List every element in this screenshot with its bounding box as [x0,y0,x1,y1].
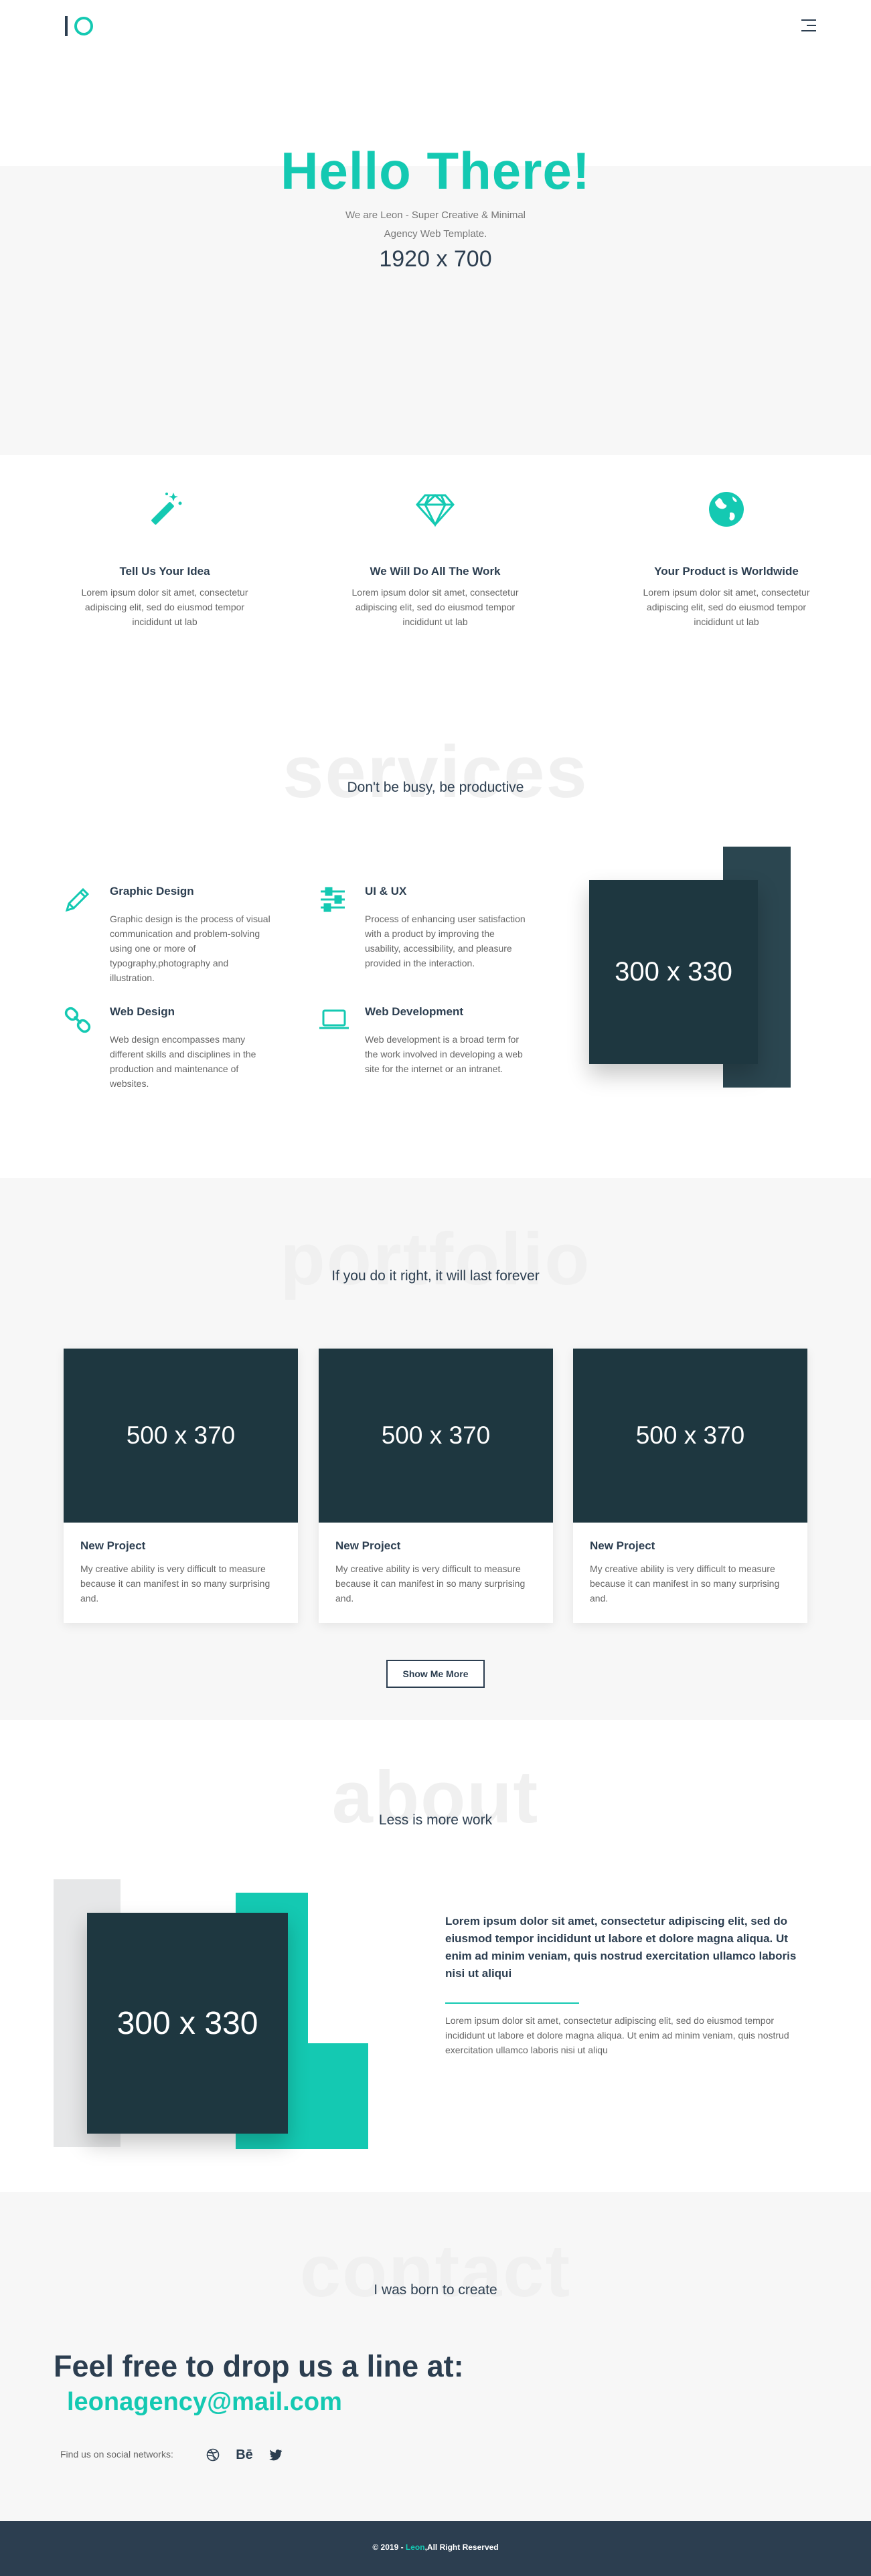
project-title: New Project [590,1539,655,1552]
portfolio-card[interactable]: 500 x 370 New Project My creative abilit… [319,1349,553,1623]
service-text: Web development is a broad term for the … [365,1034,523,1074]
service-graphic-design: Graphic Design Graphic design is the pro… [63,885,277,985]
laptop-icon [318,1005,349,1035]
hero-subtitle-line1: We are Leon - Super Creative & Minimal [345,209,526,221]
project-image-placeholder: 500 x 370 [64,1349,298,1523]
project-text: My creative ability is very difficult to… [590,1563,780,1604]
service-ui-ux: UI & UX Process of enhancing user satisf… [318,885,532,985]
service-title: Graphic Design [110,885,194,897]
logo-ring [74,17,93,35]
twitter-icon[interactable] [268,2447,284,2463]
link-icon [63,1005,92,1035]
project-text: My creative ability is very difficult to… [335,1563,526,1604]
project-title: New Project [335,1539,401,1552]
hero-subtitle: We are Leon - Super Creative & Minimal A… [0,206,871,244]
header [0,0,871,57]
feature-title: Your Product is Worldwide [654,565,799,578]
contact-bg-title: contact [299,2230,572,2312]
feature-text: Lorem ipsum dolor sit amet, consectetur … [81,587,248,627]
sliders-icon [318,885,347,914]
show-more-button[interactable]: Show Me More [386,1660,485,1688]
feature-worldwide: Your Product is Worldwide Lorem ipsum do… [616,489,837,629]
services-image-placeholder: 300 x 330 [589,880,758,1064]
service-web-development: Web Development Web development is a bro… [318,1005,532,1092]
magic-wand-icon [144,489,185,530]
about-text: Lorem ipsum dolor sit amet, consectetur … [445,2015,789,2055]
about-subtitle: Less is more work [378,1812,493,1828]
footer: © 2019 - Leon,All Right Reserved [0,2521,871,2576]
project-image-placeholder: 500 x 370 [319,1349,553,1523]
feature-title: Tell Us Your Idea [119,565,210,578]
feature-text: Lorem ipsum dolor sit amet, consectetur … [351,587,519,627]
project-text: My creative ability is very difficult to… [80,1563,270,1604]
services-bg-title: services [283,731,588,813]
portfolio-bg-title: portfolio [280,1218,591,1300]
portfolio-subtitle: If you do it right, it will last forever [331,1268,540,1284]
about-divider [445,2002,579,2004]
logo-bar [65,16,68,36]
feature-idea: Tell Us Your Idea Lorem ipsum dolor sit … [54,489,275,629]
hero-size-label: 1920 x 700 [379,246,492,272]
feature-title: We Will Do All The Work [370,565,501,578]
service-text: Web design encompasses many different sk… [110,1034,256,1089]
portfolio-card[interactable]: 500 x 370 New Project My creative abilit… [64,1349,298,1623]
dribbble-icon[interactable] [205,2447,221,2463]
project-image-placeholder: 500 x 370 [573,1349,807,1523]
hero-subtitle-line2: Agency Web Template. [384,228,487,240]
portfolio-card[interactable]: 500 x 370 New Project My creative abilit… [573,1349,807,1623]
footer-suffix: ,All Right Reserved [424,2543,499,2552]
service-web-design: Web Design Web design encompasses many d… [63,1005,277,1092]
social-label: Find us on social networks: [60,2449,173,2460]
page: Hello There! We are Leon - Super Creativ… [0,0,871,2576]
service-text: Process of enhancing user satisfaction w… [365,914,526,968]
feature-text: Lorem ipsum dolor sit amet, consectetur … [643,587,810,627]
footer-brand-link[interactable]: Leon [406,2543,425,2552]
services-subtitle: Don't be busy, be productive [347,780,524,795]
behance-icon[interactable]: Bē [234,2447,254,2463]
service-text: Graphic design is the process of visual … [110,914,270,983]
service-title: Web Design [110,1005,175,1018]
contact-email-link[interactable]: leonagency@mail.com [67,2388,342,2417]
about-image-placeholder: 300 x 330 [87,1913,288,2134]
footer-prefix: © 2019 - [372,2543,406,2552]
service-title: UI & UX [365,885,407,897]
project-title: New Project [80,1539,146,1552]
footer-copyright: © 2019 - Leon,All Right Reserved [0,2543,871,2552]
hero-title: Hello There! [281,141,590,200]
feature-work: We Will Do All The Work Lorem ipsum dolo… [325,489,546,629]
contact-heading: Feel free to drop us a line at: [54,2349,464,2383]
globe-icon [706,489,747,530]
service-title: Web Development [365,1005,464,1018]
hamburger-menu-icon[interactable] [797,17,816,34]
about-bold-text: Lorem ipsum dolor sit amet, consectetur … [445,1915,797,1980]
diamond-icon [414,489,456,530]
pencil-icon [63,885,92,914]
logo-mark[interactable] [65,16,93,36]
contact-subtitle: I was born to create [374,2282,497,2298]
